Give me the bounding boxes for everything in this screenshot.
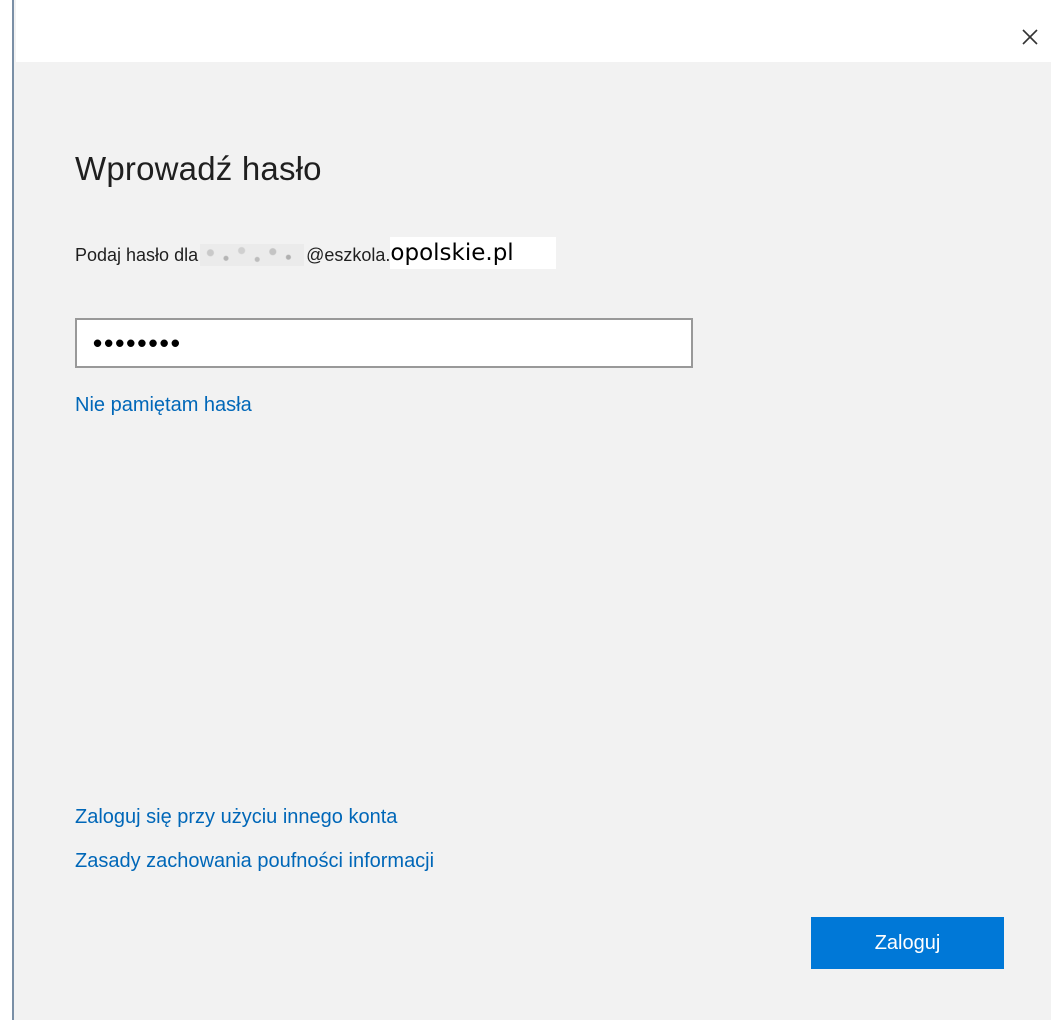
password-mask: •••••••• (93, 327, 182, 358)
page-title: Wprowadź hasło (75, 150, 322, 187)
privacy-link[interactable]: Zasady zachowania poufności informacji (75, 850, 434, 873)
domain-overlay: opolskie.pl (390, 237, 556, 269)
account-prompt: Podaj hasło dla @eszkola. opolskie.pl (75, 237, 556, 270)
forgot-password-link[interactable]: Nie pamiętam hasła (75, 394, 252, 417)
sign-in-button[interactable]: Zaloguj (811, 917, 1004, 969)
dialog-titlebar (16, 0, 1051, 62)
close-button[interactable] (1007, 14, 1051, 60)
account-prompt-label: Podaj hasło dla (75, 244, 199, 265)
password-field[interactable]: •••••••• (75, 318, 693, 368)
email-domain: @eszkola. (306, 244, 391, 265)
sign-in-dialog: Wprowadź hasło Podaj hasło dla @eszkola.… (12, 0, 1051, 1020)
redacted-username (200, 244, 305, 266)
other-account-link[interactable]: Zaloguj się przy użyciu innego konta (75, 806, 397, 829)
background-strip (0, 0, 12, 1020)
close-icon (1022, 29, 1038, 45)
